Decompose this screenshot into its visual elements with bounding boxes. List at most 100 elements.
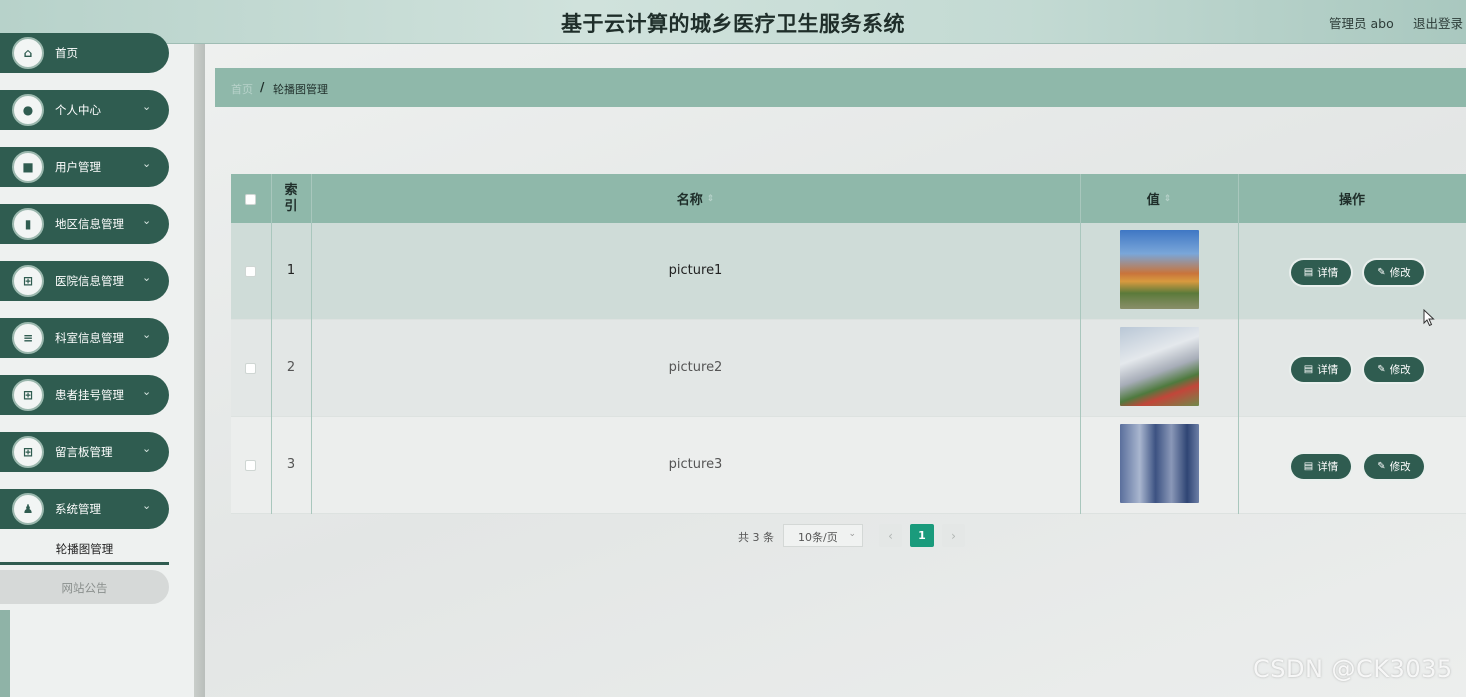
table-row: 2 picture2 ▤ 详情 ✎ 修改 (231, 320, 1466, 417)
sidebar-item-label: 患者挂号管理 (55, 388, 124, 402)
sidebar-item-registration-management[interactable]: ⊞ 患者挂号管理 ⌄ (0, 375, 169, 415)
sort-icon: ⇕ (706, 193, 715, 204)
csdn-watermark: CSDN @CK3035 (1253, 655, 1453, 683)
pagination: 共 3 条 10条/页 ⌄ ‹ 1 › (0, 524, 1466, 548)
list-icon: ≡ (12, 322, 44, 354)
edit-button[interactable]: ✎ 修改 (1364, 357, 1424, 382)
table-row: 3 picture3 ▤ 详情 ✎ 修改 (231, 417, 1466, 514)
edit-button-label: 修改 (1389, 364, 1411, 376)
detail-button-label: 详情 (1317, 364, 1339, 376)
chevron-down-icon: ⌄ (142, 214, 152, 227)
user-icon: ● (12, 94, 44, 126)
detail-button-label: 详情 (1317, 267, 1339, 279)
edit-button-label: 修改 (1389, 267, 1411, 279)
sidebar-accent-strip (0, 610, 10, 697)
breadcrumb-current: 轮播图管理 (273, 83, 328, 96)
home-icon: ⌂ (12, 37, 44, 69)
column-divider (1080, 174, 1081, 514)
detail-button[interactable]: ▤ 详情 (1291, 260, 1351, 285)
sidebar-item-label: 科室信息管理 (55, 331, 124, 345)
sidebar-item-label: 个人中心 (55, 103, 101, 117)
row-image-thumbnail[interactable] (1120, 230, 1199, 309)
logout-link[interactable]: 退出登录 (1413, 13, 1463, 32)
chevron-down-icon: ⌄ (848, 529, 856, 539)
sidebar-item-label: 留言板管理 (55, 445, 113, 459)
document-icon: ▤ (1303, 364, 1314, 375)
column-header-index: 索 引 (271, 174, 311, 223)
sidebar-subitem-announcement[interactable]: 网站公告 (0, 570, 169, 604)
column-divider (311, 174, 312, 514)
row-name: picture1 (668, 263, 723, 278)
page-size-select[interactable]: 10条/页 ⌄ (783, 524, 863, 547)
breadcrumb-home-link[interactable]: 首页 (231, 81, 253, 97)
row-name: picture3 (668, 457, 723, 472)
briefcase-icon: ■ (12, 151, 44, 183)
grid-icon: ⊞ (12, 379, 44, 411)
row-index: 2 (286, 360, 296, 375)
column-header-name-label: 名称 (676, 193, 703, 208)
grid-icon: ⊞ (12, 265, 44, 297)
carousel-table: 索 引 名称 ⇕ 值 ⇕ 操作 1 picture1 ▤ 详情 ✎ 修改 2 p… (231, 174, 1466, 514)
column-header-name[interactable]: 名称 ⇕ (311, 174, 1080, 223)
sidebar-scrollbar[interactable] (194, 44, 205, 697)
prev-page-button[interactable]: ‹ (879, 524, 902, 547)
column-divider (271, 174, 272, 514)
column-header-index-line1: 索 (284, 182, 298, 198)
page-size-value: 10条/页 (798, 531, 838, 544)
sidebar-item-label: 首页 (55, 46, 78, 60)
row-index: 3 (286, 457, 296, 472)
chevron-down-icon: ⌄ (142, 328, 152, 341)
sort-icon: ⇕ (1163, 193, 1172, 204)
pencil-icon: ✎ (1377, 267, 1386, 278)
chevron-down-icon: ⌄ (142, 499, 152, 512)
sidebar-item-home[interactable]: ⌂ 首页 (0, 33, 169, 73)
sidebar-item-label: 用户管理 (55, 160, 101, 174)
sidebar-item-hospital-management[interactable]: ⊞ 医院信息管理 ⌄ (0, 261, 169, 301)
sidebar-item-department-management[interactable]: ≡ 科室信息管理 ⌄ (0, 318, 169, 358)
row-index: 1 (286, 263, 296, 278)
admin-user-label: 管理员 abo (1329, 16, 1394, 31)
detail-button[interactable]: ▤ 详情 (1291, 454, 1351, 479)
sidebar-item-label: 医院信息管理 (55, 274, 124, 288)
table-row: 1 picture1 ▤ 详情 ✎ 修改 (231, 223, 1466, 320)
column-header-index-line2: 引 (284, 198, 298, 214)
chevron-down-icon: ⌄ (142, 385, 152, 398)
mouse-cursor-icon (1423, 309, 1435, 327)
sidebar-item-label: 系统管理 (55, 502, 101, 516)
pencil-icon: ✎ (1377, 461, 1386, 472)
edit-button[interactable]: ✎ 修改 (1364, 454, 1424, 479)
next-page-button[interactable]: › (942, 524, 965, 547)
sidebar-item-region-management[interactable]: ▮ 地区信息管理 ⌄ (0, 204, 169, 244)
chevron-down-icon: ⌄ (142, 100, 152, 113)
page-number-current[interactable]: 1 (910, 524, 934, 547)
column-header-value[interactable]: 值 ⇕ (1080, 174, 1238, 223)
select-all-checkbox[interactable] (245, 194, 256, 205)
sidebar-item-system-management[interactable]: ♟ 系统管理 ⌄ (0, 489, 169, 529)
row-checkbox[interactable] (245, 363, 256, 374)
top-header: 基于云计算的城乡医疗卫生服务系统 管理员 abo 退出登录 (0, 0, 1466, 44)
sidebar-item-label: 地区信息管理 (55, 217, 124, 231)
clipboard-icon: ▮ (12, 208, 44, 240)
detail-button-label: 详情 (1317, 461, 1339, 473)
chevron-down-icon: ⌄ (142, 442, 152, 455)
document-icon: ▤ (1303, 267, 1314, 278)
row-image-thumbnail[interactable] (1120, 327, 1199, 406)
row-checkbox[interactable] (245, 460, 256, 471)
sidebar-item-personal-center[interactable]: ● 个人中心 ⌄ (0, 90, 169, 130)
sidebar-item-message-board[interactable]: ⊞ 留言板管理 ⌄ (0, 432, 169, 472)
person-icon: ♟ (12, 493, 44, 525)
column-header-value-label: 值 (1146, 193, 1160, 208)
row-image-thumbnail[interactable] (1120, 424, 1199, 503)
row-name: picture2 (668, 360, 723, 375)
detail-button[interactable]: ▤ 详情 (1291, 357, 1351, 382)
chevron-down-icon: ⌄ (142, 271, 152, 284)
edit-button[interactable]: ✎ 修改 (1364, 260, 1424, 285)
pagination-total: 共 3 条 (738, 531, 774, 544)
column-header-actions: 操作 (1338, 193, 1365, 208)
edit-button-label: 修改 (1389, 461, 1411, 473)
row-checkbox[interactable] (245, 266, 256, 277)
chevron-down-icon: ⌄ (142, 157, 152, 170)
sidebar-item-user-management[interactable]: ■ 用户管理 ⌄ (0, 147, 169, 187)
column-divider (1238, 174, 1239, 514)
breadcrumb-separator: / (260, 80, 265, 94)
